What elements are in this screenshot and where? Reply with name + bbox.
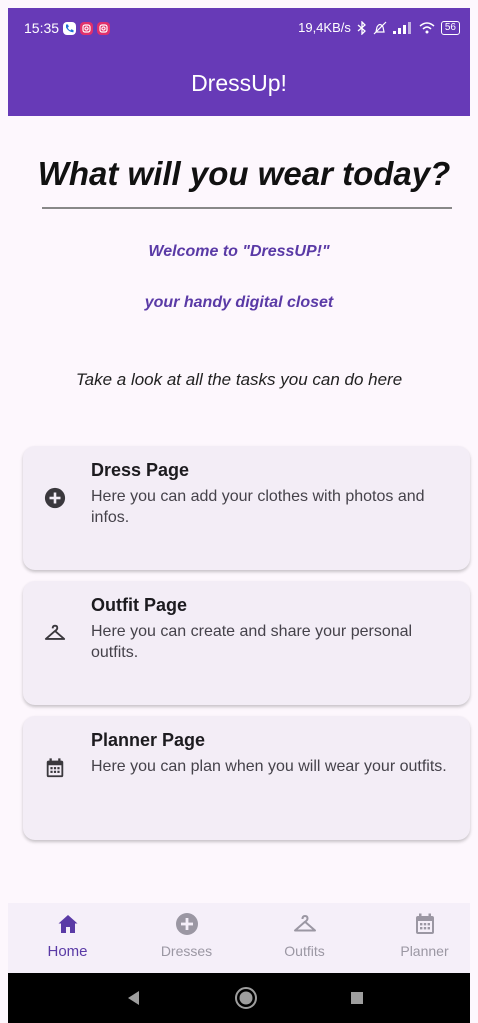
wifi-icon [419, 21, 435, 33]
nav-label-home: Home [47, 943, 88, 960]
calendar-icon [416, 913, 434, 934]
nav-label-outfits: Outfits [284, 943, 325, 959]
add-circle-icon [44, 487, 66, 509]
instagram-notification-icon [80, 21, 94, 35]
phone-notification-icon [63, 21, 77, 35]
battery-level: 56 [440, 20, 460, 35]
card-description: Here you can create and share your perso… [91, 623, 413, 661]
outfit-page-card[interactable]: Outfit Page Here you can create and shar… [23, 581, 470, 705]
status-right: 19,4KB/s 56 [298, 20, 460, 35]
network-speed: 19,4KB/s [298, 20, 351, 35]
nav-item-planner[interactable]: Planner [367, 903, 478, 973]
bottom-navigation: Home Dresses Outfits Planner [8, 903, 470, 973]
status-left: 15:35 [24, 20, 111, 36]
intro-text: Take a look at all the tasks you can do … [75, 370, 403, 389]
dress-page-card[interactable]: Dress Page Here you can add your clothes… [23, 446, 470, 570]
nav-label-planner: Planner [400, 943, 449, 959]
nav-item-dresses[interactable]: Dresses [129, 903, 244, 973]
nav-item-outfits[interactable]: Outfits [247, 903, 362, 973]
card-title: Planner Page [91, 730, 206, 750]
instagram-notification-icon [97, 21, 111, 35]
tagline-text: your handy digital closet [144, 294, 334, 311]
system-navigation-bar [8, 973, 470, 1023]
back-icon[interactable] [126, 990, 140, 1006]
headline-divider [42, 207, 452, 209]
nav-label-dresses: Dresses [160, 943, 213, 959]
nav-item-home[interactable]: Home [10, 903, 125, 973]
app-title: DressUp! [191, 70, 287, 96]
hanger-icon [44, 624, 66, 640]
card-title: Outfit Page [91, 595, 188, 615]
card-description: Here you can add your clothes with photo… [91, 488, 425, 526]
page-headline: What will you wear today? [37, 155, 451, 192]
calendar-icon [46, 758, 64, 778]
hanger-icon [294, 915, 316, 932]
home-icon [58, 915, 78, 933]
welcome-text: Welcome to "DressUP!" [148, 243, 330, 260]
status-time: 15:35 [24, 20, 60, 36]
card-title: Dress Page [91, 460, 190, 480]
bluetooth-icon [357, 20, 366, 35]
status-bar: 15:35 19,4KB/s 56 [8, 8, 470, 48]
signal-icon [392, 21, 411, 34]
card-description: Here you can plan when you will wear you… [91, 758, 447, 775]
recents-icon[interactable] [350, 991, 364, 1005]
app-bar: DressUp! [8, 48, 470, 116]
planner-page-card[interactable]: Planner Page Here you can plan when you … [23, 716, 470, 840]
mute-icon [373, 21, 387, 34]
add-circle-icon [176, 913, 198, 935]
home-circle-icon[interactable] [234, 986, 258, 1010]
